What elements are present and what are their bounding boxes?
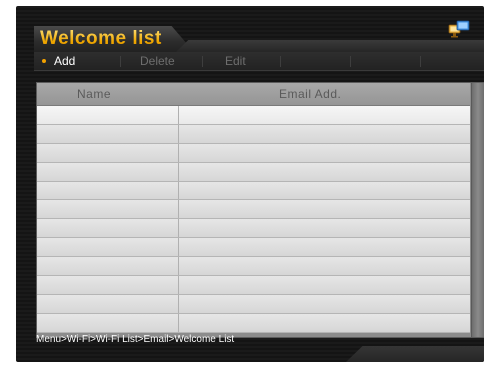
menu-divider [350,56,351,67]
table-row[interactable] [37,124,470,144]
table-row[interactable] [37,200,470,220]
menu-divider [280,56,281,67]
column-divider [178,257,179,276]
table-row[interactable] [37,181,470,201]
table-row[interactable] [37,276,470,295]
osd-screen: Welcome list Add Delete Edit Name Email … [16,6,484,362]
column-divider [178,313,179,332]
table-row[interactable] [37,257,470,277]
scrollbar[interactable] [471,83,484,337]
action-menu: Add Delete Edit [34,52,484,71]
table-body [37,106,470,337]
column-divider [178,143,179,162]
column-divider [178,294,179,313]
menu-delete[interactable]: Delete [140,54,175,68]
menu-add[interactable]: Add [54,54,75,68]
menu-divider [202,56,203,67]
welcome-list-table: Name Email Add. [36,82,484,338]
column-divider [178,181,179,200]
column-divider [178,124,179,143]
table-row[interactable] [37,162,470,182]
column-divider [178,106,179,124]
selected-bullet-icon [42,59,46,63]
column-divider [178,219,179,238]
menu-divider [420,56,421,67]
table-row[interactable] [37,238,470,258]
column-divider [178,238,179,257]
header-bar [176,40,484,52]
column-divider [178,162,179,181]
menu-divider [120,56,121,67]
menu-edit[interactable]: Edit [225,54,246,68]
table-header: Name Email Add. [37,83,470,106]
monitor-network-icon [448,20,470,38]
page-title: Welcome list [40,28,162,49]
column-divider [178,276,179,294]
table-row[interactable] [37,294,470,314]
table-row[interactable] [37,313,470,333]
table-row[interactable] [37,143,470,163]
column-header-name: Name [77,87,112,101]
table-row[interactable] [37,106,470,125]
table-row[interactable] [37,219,470,239]
breadcrumb: Menu>Wi-Fi>Wi-Fi List>Email>Welcome List [36,334,235,345]
column-divider [178,200,179,219]
column-header-email: Email Add. [279,87,342,101]
footer-bar [346,346,484,362]
